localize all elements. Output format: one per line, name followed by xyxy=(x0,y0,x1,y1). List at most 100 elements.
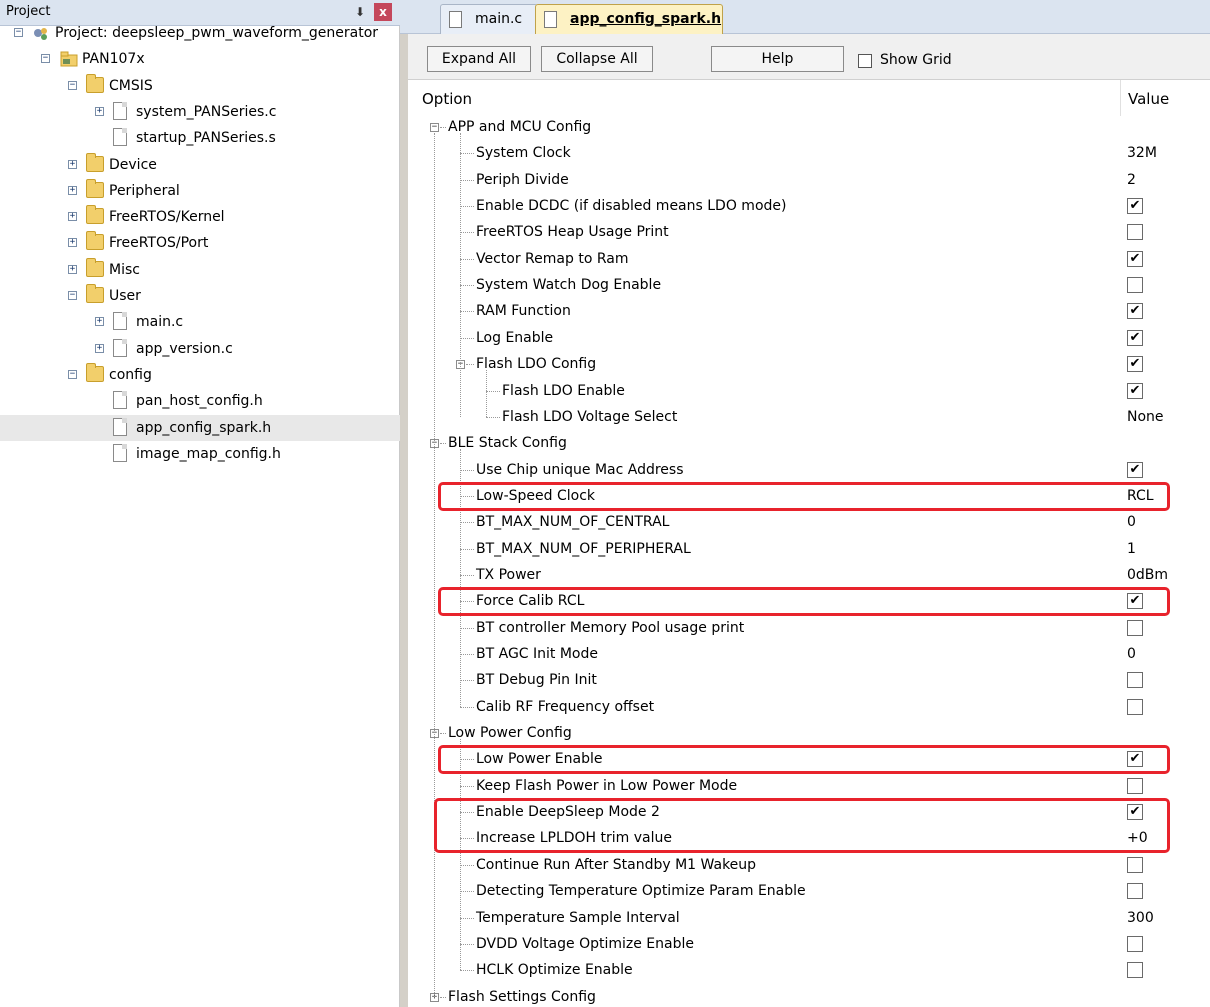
option-checkbox[interactable]: ✔ xyxy=(1127,330,1143,346)
option-checkbox[interactable] xyxy=(1127,936,1143,952)
collapse-all-button[interactable]: Collapse All xyxy=(541,46,653,72)
option-checkbox[interactable]: ✔ xyxy=(1127,198,1143,214)
option-label: BT AGC Init Mode xyxy=(476,646,598,662)
option-value[interactable]: 300 xyxy=(1127,905,1154,931)
tree-item-system-panseries-c[interactable]: + system_PANSeries.c xyxy=(0,99,400,125)
config-option-row[interactable]: FreeRTOS Heap Usage Print xyxy=(408,219,1210,245)
config-option-row[interactable]: Log Enable ✔ xyxy=(408,325,1210,351)
config-option-row[interactable]: BT AGC Init Mode 0 xyxy=(408,641,1210,667)
collapse-icon[interactable]: − xyxy=(68,291,77,300)
tree-item-app-version-c[interactable]: + app_version.c xyxy=(0,336,400,362)
expand-all-button[interactable]: Expand All xyxy=(427,46,531,72)
config-group-row[interactable]: − Low Power Config xyxy=(408,720,1210,746)
tree-item-image-map-config-h[interactable]: image_map_config.h xyxy=(0,441,400,467)
tree-item-app-config-spark-h[interactable]: app_config_spark.h xyxy=(0,414,400,441)
option-value[interactable]: 32M xyxy=(1127,140,1157,166)
config-option-row[interactable]: Vector Remap to Ram ✔ xyxy=(408,246,1210,272)
expand-icon[interactable]: + xyxy=(95,343,104,353)
config-option-row[interactable]: Periph Divide 2 xyxy=(408,167,1210,193)
tree-connector xyxy=(460,891,474,892)
tree-item-misc[interactable]: + Misc xyxy=(0,257,400,283)
tree-item-startup-panseries-s[interactable]: startup_PANSeries.s xyxy=(0,125,400,151)
option-checkbox[interactable]: ✔ xyxy=(1127,356,1143,372)
close-icon[interactable]: x xyxy=(374,3,392,21)
tree-item-user[interactable]: − User xyxy=(0,283,400,309)
expand-icon[interactable]: + xyxy=(68,185,77,195)
option-checkbox[interactable] xyxy=(1127,672,1143,688)
tree-item-pan107x[interactable]: − PAN107x xyxy=(0,46,400,72)
expand-icon[interactable]: + xyxy=(95,317,104,327)
config-option-row[interactable]: Keep Flash Power in Low Power Mode xyxy=(408,773,1210,799)
config-option-row[interactable]: Continue Run After Standby M1 Wakeup xyxy=(408,852,1210,878)
option-checkbox[interactable] xyxy=(1127,699,1143,715)
config-option-row[interactable]: Detecting Temperature Optimize Param Ena… xyxy=(408,878,1210,904)
config-option-row[interactable]: Flash LDO Voltage Select None xyxy=(408,404,1210,430)
expand-icon[interactable]: + xyxy=(68,159,77,169)
config-option-row[interactable]: DVDD Voltage Optimize Enable xyxy=(408,931,1210,957)
option-checkbox[interactable] xyxy=(1127,962,1143,978)
config-option-row[interactable]: BT controller Memory Pool usage print xyxy=(408,615,1210,641)
option-checkbox[interactable]: ✔ xyxy=(1127,303,1143,319)
collapse-icon[interactable]: − xyxy=(68,369,77,379)
option-checkbox[interactable] xyxy=(1127,620,1143,636)
config-option-row[interactable]: BT_MAX_NUM_OF_CENTRAL 0 xyxy=(408,509,1210,535)
config-option-row[interactable]: BT Debug Pin Init xyxy=(408,667,1210,693)
collapse-icon[interactable]: − xyxy=(68,80,77,90)
collapse-icon[interactable]: − xyxy=(430,123,439,132)
option-value[interactable]: None xyxy=(1127,404,1164,430)
tree-item-device[interactable]: + Device xyxy=(0,152,400,178)
tree-item-project-deepsleep-pwm-waveform-generator[interactable]: − Project: deepsleep_pwm_waveform_generat… xyxy=(0,20,400,46)
expand-icon[interactable]: + xyxy=(68,264,77,274)
config-option-row[interactable]: RAM Function ✔ xyxy=(408,298,1210,324)
option-checkbox[interactable] xyxy=(1127,224,1143,240)
collapse-icon[interactable]: − xyxy=(14,28,23,37)
option-checkbox[interactable] xyxy=(1127,857,1143,873)
config-option-row[interactable]: System Watch Dog Enable xyxy=(408,272,1210,298)
option-checkbox[interactable] xyxy=(1127,883,1143,899)
option-checkbox[interactable]: ✔ xyxy=(1127,383,1143,399)
config-option-row[interactable]: Use Chip unique Mac Address ✔ xyxy=(408,457,1210,483)
config-group-row[interactable]: − APP and MCU Config xyxy=(408,114,1210,140)
column-divider[interactable] xyxy=(1120,80,1121,116)
config-option-row[interactable]: TX Power 0dBm xyxy=(408,562,1210,588)
option-checkbox[interactable] xyxy=(1127,277,1143,293)
option-value[interactable]: 2 xyxy=(1127,167,1136,193)
tab-main-c[interactable]: main.c xyxy=(440,4,538,34)
tree-item-peripheral[interactable]: + Peripheral xyxy=(0,178,400,204)
tab-app-config-spark-h[interactable]: app_config_spark.h xyxy=(535,4,723,34)
config-option-row[interactable]: Enable DCDC (if disabled means LDO mode)… xyxy=(408,193,1210,219)
tree-item-freertos-kernel[interactable]: + FreeRTOS/Kernel xyxy=(0,204,400,230)
option-value[interactable]: 0 xyxy=(1127,509,1136,535)
pin-icon[interactable]: ⬇ xyxy=(352,4,368,20)
collapse-icon[interactable]: − xyxy=(41,54,50,64)
option-value[interactable]: 0 xyxy=(1127,641,1136,667)
expand-icon[interactable]: + xyxy=(68,212,77,222)
config-option-row[interactable]: HCLK Optimize Enable xyxy=(408,957,1210,983)
option-checkbox[interactable] xyxy=(1127,778,1143,794)
expand-icon[interactable]: + xyxy=(95,106,104,116)
tree-connector xyxy=(440,127,446,128)
config-group-row[interactable]: − Flash LDO Config ✔ xyxy=(408,351,1210,377)
tree-connector xyxy=(486,370,487,417)
config-option-row[interactable]: Flash LDO Enable ✔ xyxy=(408,378,1210,404)
config-option-row[interactable]: BT_MAX_NUM_OF_PERIPHERAL 1 xyxy=(408,536,1210,562)
option-checkbox[interactable]: ✔ xyxy=(1127,251,1143,267)
config-option-row[interactable]: System Clock 32M xyxy=(408,140,1210,166)
config-group-row[interactable]: − BLE Stack Config xyxy=(408,430,1210,456)
expand-icon[interactable]: + xyxy=(68,238,77,248)
help-button[interactable]: Help xyxy=(711,46,844,72)
option-value[interactable]: 1 xyxy=(1127,536,1136,562)
option-value[interactable]: 0dBm xyxy=(1127,562,1168,588)
tree-item-main-c[interactable]: + main.c xyxy=(0,309,400,335)
tree-item-config[interactable]: − config xyxy=(0,362,400,388)
tree-connector xyxy=(460,285,474,286)
config-group-row[interactable]: + Flash Settings Config xyxy=(408,984,1210,1007)
show-grid-checkbox[interactable] xyxy=(858,54,872,68)
tree-item-pan-host-config-h[interactable]: pan_host_config.h xyxy=(0,388,400,414)
config-option-row[interactable]: Calib RF Frequency offset xyxy=(408,694,1210,720)
tree-item-cmsis[interactable]: − CMSIS xyxy=(0,73,400,99)
config-option-row[interactable]: Temperature Sample Interval 300 xyxy=(408,905,1210,931)
tree-item-freertos-port[interactable]: + FreeRTOS/Port xyxy=(0,230,400,256)
option-checkbox[interactable]: ✔ xyxy=(1127,462,1143,478)
file-icon xyxy=(113,312,127,331)
